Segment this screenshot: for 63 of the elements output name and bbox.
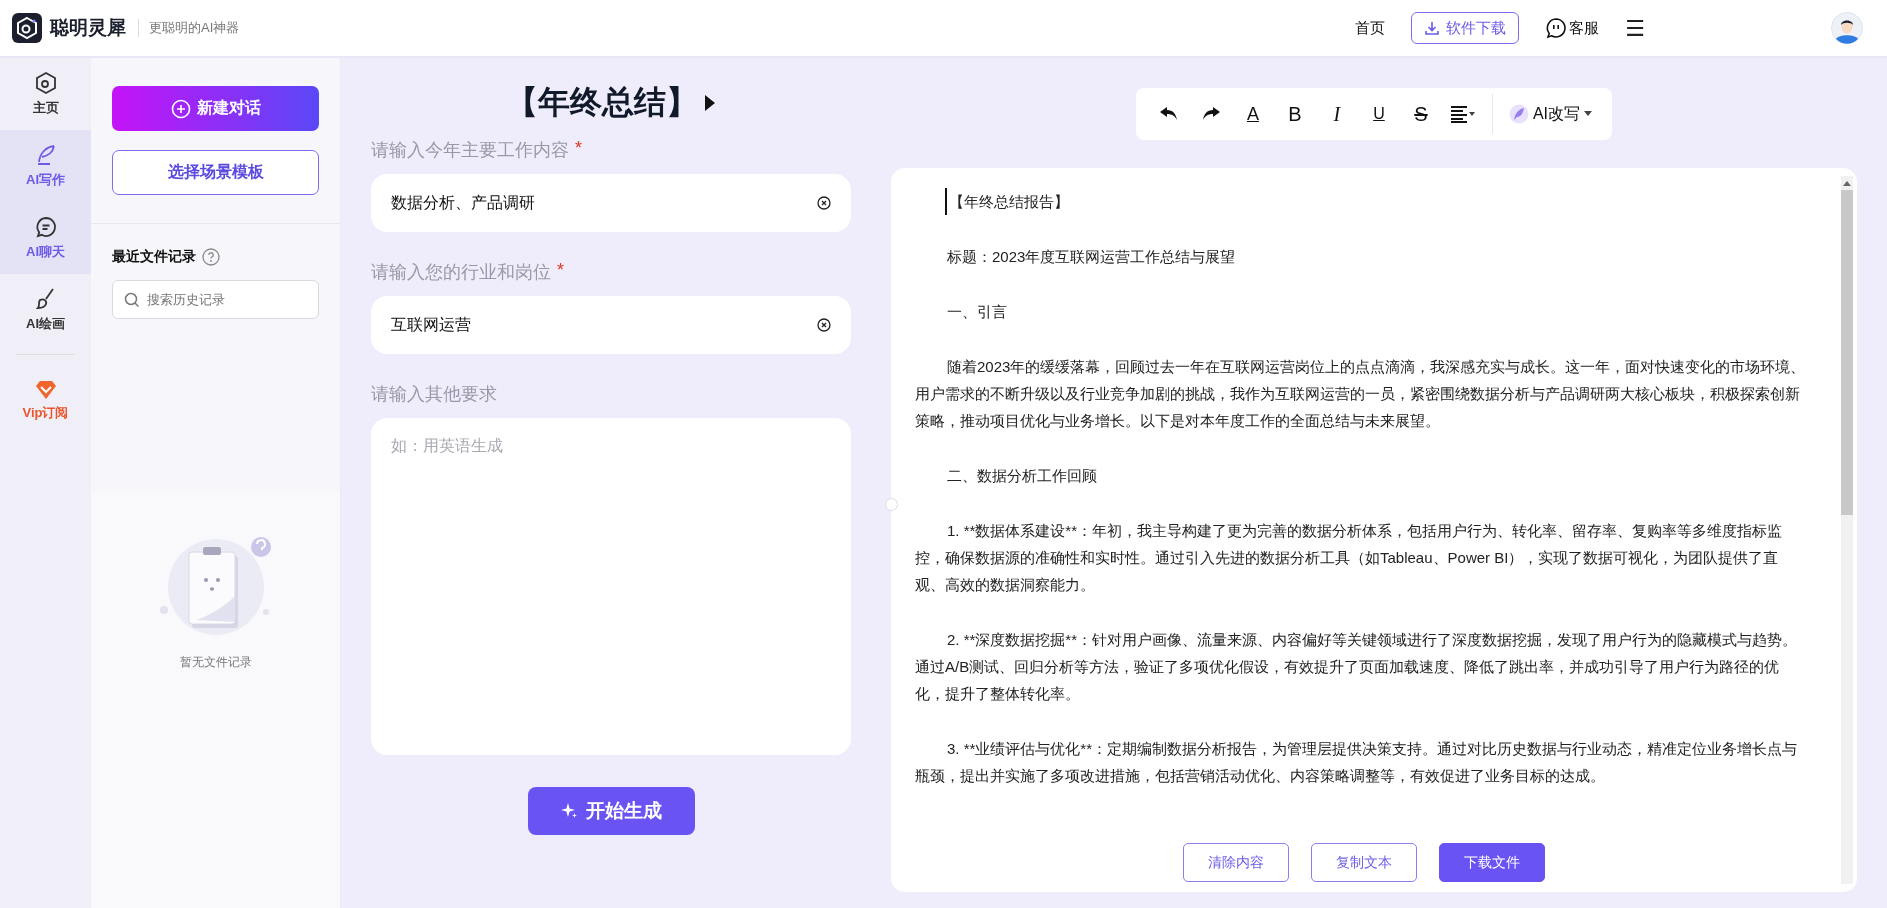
format-button[interactable]: A [1233, 96, 1272, 132]
document-paragraph: 3. **业绩评估与优化**：定期编制数据分析报告，为管理层提供决策支持。通过对比历史数据与行业动态，精准定位业务增长点与瓶颈，提出并实施了多项改进措施，包括营销活动优化、内容策略调整等，有效促进了业务目标的达成。 [915, 739, 1799, 786]
chat-bubble-icon [1545, 17, 1568, 39]
download-icon [1424, 20, 1441, 36]
document-paragraph: 一、引言 [946, 302, 1008, 322]
rail-nav-item[interactable]: AI写作 [0, 130, 91, 202]
plus-icon [170, 98, 191, 119]
document-paragraph: 1. **数据体系建设**：年初，我主导构建了更为完善的数据分析体系，包括用户行为、转化率、留存率、复购率等多维度指标监控，确保数据源的准确性和实时性。通过引入先进的数据分析工具（如Tableau、Power BI），实现了数据可视化，为团队提供了直观、高效的数据洞察能力。 [915, 521, 1784, 595]
clear-icon[interactable] [817, 196, 831, 210]
template-button[interactable]: 选择场景模板 [112, 150, 319, 195]
help-icon[interactable] [202, 248, 220, 266]
page-title: 【年终总结】 [506, 83, 698, 122]
document-paragraph: 标题：2023年度互联网运营工作总结与展望 [946, 247, 1237, 267]
empty-state-text: 暂无文件记录 [179, 654, 252, 671]
document-paragraph: 二、数据分析工作回顾 [946, 466, 1098, 486]
chat-bubble-icon [33, 215, 58, 239]
scrollbar[interactable] [1841, 176, 1853, 884]
editor-action-button[interactable]: 清除内容 [1183, 843, 1289, 882]
resize-handle[interactable] [885, 498, 898, 511]
field-label: 请输入您的行业和岗位 [371, 261, 551, 284]
editor-action-button[interactable]: 下载文件 [1439, 843, 1545, 882]
diamond-icon [34, 380, 57, 400]
feather-icon [1508, 104, 1529, 124]
section-title: 最近文件记录 [112, 248, 196, 266]
logo-icon [33, 71, 58, 95]
download-button[interactable]: 软件下载 [1411, 12, 1520, 44]
format-button[interactable]: I [1317, 96, 1356, 132]
field-label: 请输入其他要求 [371, 383, 497, 406]
redo-icon [1200, 106, 1221, 122]
document-paragraph: 随着2023年的缓缓落幕，回顾过去一年在互联网运营岗位上的点点滴滴，我深感充实与成长。这一年，面对快速变化的市场环境、用户需求的不断升级以及行业竞争加剧的挑战，我作为互联网运营的一员，紧密围绕数据分析与产品调研两大核心板块，积极探索创新策略，推动项目优化与业务增长。以下是对本年度工作的全面总结与未来展望。 [915, 357, 1807, 431]
requirements-field[interactable]: 如：用英语生成 [371, 418, 851, 755]
brand-name: 聪明灵犀 [50, 16, 126, 40]
format-button[interactable]: U [1359, 96, 1398, 132]
document-paragraph: 【年终总结报告】 [945, 188, 1069, 215]
document-paragraph: 2. **深度数据挖掘**：针对用户画像、流量来源、内容偏好等关键领域进行了深度数据挖掘，发现了用户行为的隐藏模式与趋势。通过A/B测试、回归分析等方法，验证了多项优化假设，有效提升了页面加载速度、降低了跳出率，并成功引导了用户行为路径的优化，提升了整体转化率。 [915, 630, 1799, 704]
slogan: 更聪明的AI神器 [138, 19, 240, 37]
required-mark: * [557, 260, 564, 282]
menu-button[interactable]: ☰ [1625, 15, 1645, 41]
format-button[interactable]: B [1275, 96, 1314, 132]
home-link[interactable]: 首页 [1355, 18, 1386, 38]
format-button[interactable]: S [1401, 96, 1440, 132]
undo-icon [1158, 106, 1179, 122]
avatar-icon[interactable] [1831, 12, 1863, 44]
rail-nav-item[interactable]: AI聊天 [0, 202, 91, 274]
logo-icon [12, 13, 42, 43]
play-icon[interactable] [704, 94, 716, 112]
new-chat-button[interactable]: 新建对话 [112, 86, 319, 131]
rail-nav-item[interactable]: AI绘画 [0, 274, 91, 346]
required-mark: * [575, 138, 582, 160]
search-field[interactable]: 搜索历史记录 [112, 280, 319, 319]
editor-action-button[interactable]: 复制文本 [1311, 843, 1417, 882]
customer-service-link[interactable]: 客服 [1545, 17, 1600, 39]
caret-icon [1584, 111, 1593, 117]
field-label: 请输入今年主要工作内容 [371, 139, 569, 162]
rail-nav-item[interactable]: 主页 [0, 58, 91, 130]
input-field[interactable]: 数据分析、产品调研 [371, 174, 851, 232]
scroll-up-icon[interactable] [1843, 180, 1851, 186]
sparkle-icon [560, 802, 578, 820]
ai-rewrite-button[interactable]: AI改写 [1502, 96, 1599, 132]
align-icon [1449, 105, 1476, 123]
input-field[interactable]: 互联网运营 [371, 296, 851, 354]
clear-icon[interactable] [817, 318, 831, 332]
generate-button[interactable]: 开始生成 [527, 787, 695, 835]
